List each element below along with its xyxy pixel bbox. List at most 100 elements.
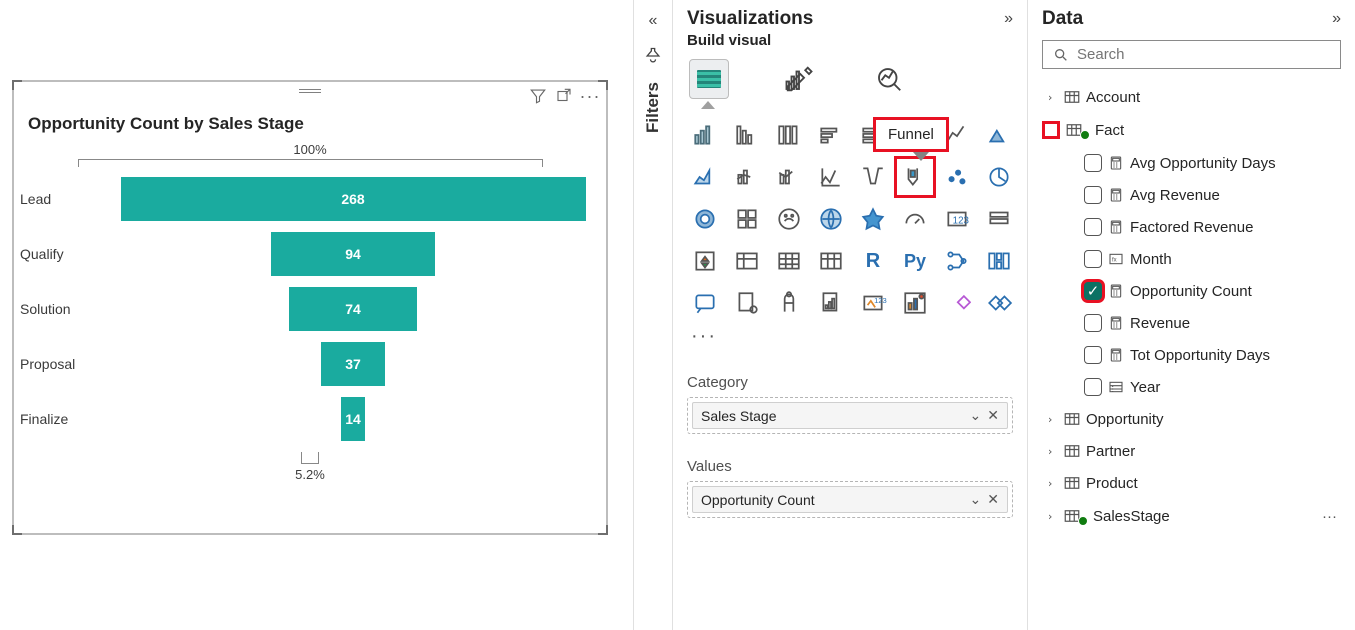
more-options-icon[interactable]: ··· [579, 85, 601, 107]
visual-type-icon[interactable] [813, 285, 849, 321]
visual-type-icon[interactable]: Py [897, 243, 933, 279]
build-visual-tab[interactable] [689, 59, 729, 99]
visual-type-icon[interactable] [729, 201, 765, 237]
field-checkbox[interactable] [1084, 154, 1102, 172]
funnel-row[interactable]: Lead268 [14, 177, 596, 221]
visual-type-icon[interactable] [729, 285, 765, 321]
expand-icon[interactable]: › [1042, 510, 1058, 523]
field-checkbox[interactable] [1084, 314, 1102, 332]
funnel-bar[interactable]: 94 [271, 232, 434, 276]
table-node[interactable]: Fact [1042, 113, 1341, 147]
visual-type-icon[interactable] [687, 201, 723, 237]
visual-type-icon[interactable] [771, 117, 807, 153]
visual-type-icon[interactable] [855, 159, 891, 195]
field-node[interactable]: Year [1042, 371, 1341, 403]
visual-type-icon[interactable] [771, 285, 807, 321]
drag-handle[interactable] [299, 89, 321, 93]
expand-filters-icon[interactable]: « [649, 12, 658, 30]
category-pill[interactable]: Sales Stage ⌄ ✕ [692, 402, 1008, 429]
table-expand-highlight[interactable] [1042, 121, 1060, 139]
field-node[interactable]: ✓Opportunity Count [1042, 275, 1341, 307]
format-visual-tab[interactable] [779, 59, 819, 99]
field-node[interactable]: Tot Opportunity Days [1042, 339, 1341, 371]
funnel-bar[interactable]: 37 [321, 342, 385, 386]
funnel-row[interactable]: Qualify94 [14, 232, 596, 276]
collapse-viz-icon[interactable]: » [1004, 10, 1013, 28]
field-node[interactable]: Revenue [1042, 307, 1341, 339]
field-checkbox[interactable] [1084, 186, 1102, 204]
funnel-bar[interactable]: 268 [121, 177, 586, 221]
table-node[interactable]: ›Product [1042, 467, 1341, 499]
visual-type-icon[interactable] [897, 201, 933, 237]
visual-type-icon[interactable] [981, 201, 1017, 237]
resize-handle-bl[interactable] [12, 525, 22, 535]
field-node[interactable]: Avg Revenue [1042, 179, 1341, 211]
visual-type-icon[interactable] [729, 117, 765, 153]
expand-icon[interactable]: › [1042, 445, 1058, 458]
table-node[interactable]: ›SalesStage··· [1042, 499, 1341, 533]
field-checkbox[interactable] [1084, 346, 1102, 364]
visual-type-icon[interactable] [813, 117, 849, 153]
field-checkbox[interactable] [1084, 218, 1102, 236]
visual-type-icon[interactable] [771, 243, 807, 279]
visual-type-icon[interactable] [939, 243, 975, 279]
visual-type-icon[interactable] [771, 159, 807, 195]
expand-icon[interactable]: › [1042, 91, 1058, 104]
visual-type-icon[interactable] [729, 159, 765, 195]
field-node[interactable]: Factored Revenue [1042, 211, 1341, 243]
visual-type-icon[interactable] [855, 201, 891, 237]
visual-type-icon[interactable] [687, 243, 723, 279]
visual-type-icon[interactable] [981, 285, 1017, 321]
focus-mode-icon[interactable] [553, 85, 575, 107]
visual-type-icon[interactable] [771, 201, 807, 237]
table-node[interactable]: ›Opportunity [1042, 403, 1341, 435]
field-checkbox[interactable] [1084, 250, 1102, 268]
funnel-bar[interactable]: 74 [289, 287, 417, 331]
resize-handle-tl[interactable] [12, 80, 22, 90]
funnel-row[interactable]: Finalize14 [14, 397, 596, 441]
visual-type-icon[interactable] [813, 201, 849, 237]
visual-type-icon[interactable] [897, 285, 933, 321]
table-node[interactable]: ›Account [1042, 81, 1341, 113]
visual-type-icon[interactable]: 123 [855, 285, 891, 321]
values-well[interactable]: Opportunity Count ⌄ ✕ [687, 481, 1013, 518]
field-node[interactable]: fxMonth [1042, 243, 1341, 275]
funnel-visual-container[interactable]: ··· Opportunity Count by Sales Stage 100… [12, 80, 608, 535]
collapse-data-icon[interactable]: » [1332, 10, 1341, 28]
filters-pane-collapsed[interactable]: « Filters [633, 0, 673, 630]
field-checkbox[interactable] [1084, 378, 1102, 396]
values-pill[interactable]: Opportunity Count ⌄ ✕ [692, 486, 1008, 513]
funnel-row[interactable]: Proposal37 [14, 342, 596, 386]
report-canvas[interactable]: ··· Opportunity Count by Sales Stage 100… [0, 0, 633, 630]
field-node[interactable]: Avg Opportunity Days [1042, 147, 1341, 179]
resize-handle-br[interactable] [598, 525, 608, 535]
visual-type-icon[interactable] [687, 285, 723, 321]
visual-type-icon[interactable] [687, 117, 723, 153]
visual-type-icon[interactable] [981, 243, 1017, 279]
visual-type-icon[interactable] [729, 243, 765, 279]
visual-type-icon[interactable] [939, 285, 975, 321]
visual-type-icon[interactable] [687, 159, 723, 195]
funnel-bar[interactable]: 14 [341, 397, 365, 441]
analytics-tab[interactable] [869, 59, 909, 99]
funnel-row[interactable]: Solution74 [14, 287, 596, 331]
category-well[interactable]: Sales Stage ⌄ ✕ [687, 397, 1013, 434]
visual-type-icon[interactable] [939, 159, 975, 195]
visual-type-icon[interactable] [813, 159, 849, 195]
remove-pill-icon[interactable]: ✕ [987, 491, 999, 508]
chevron-down-icon[interactable]: ⌄ [970, 407, 982, 424]
visual-type-icon[interactable] [981, 117, 1017, 153]
funnel-visual-icon[interactable]: Funnel [897, 159, 933, 195]
field-checkbox[interactable]: ✓ [1084, 282, 1102, 300]
remove-pill-icon[interactable]: ✕ [987, 407, 999, 424]
filter-icon[interactable] [527, 85, 549, 107]
more-visuals-icon[interactable]: ··· [687, 323, 1013, 350]
chevron-down-icon[interactable]: ⌄ [970, 491, 982, 508]
expand-icon[interactable]: › [1042, 477, 1058, 490]
visual-type-icon[interactable] [981, 159, 1017, 195]
search-input[interactable] [1077, 46, 1330, 63]
visual-type-icon[interactable]: R [855, 243, 891, 279]
expand-icon[interactable]: › [1042, 413, 1058, 426]
visual-type-icon[interactable]: 123 [939, 201, 975, 237]
visual-type-icon[interactable] [813, 243, 849, 279]
